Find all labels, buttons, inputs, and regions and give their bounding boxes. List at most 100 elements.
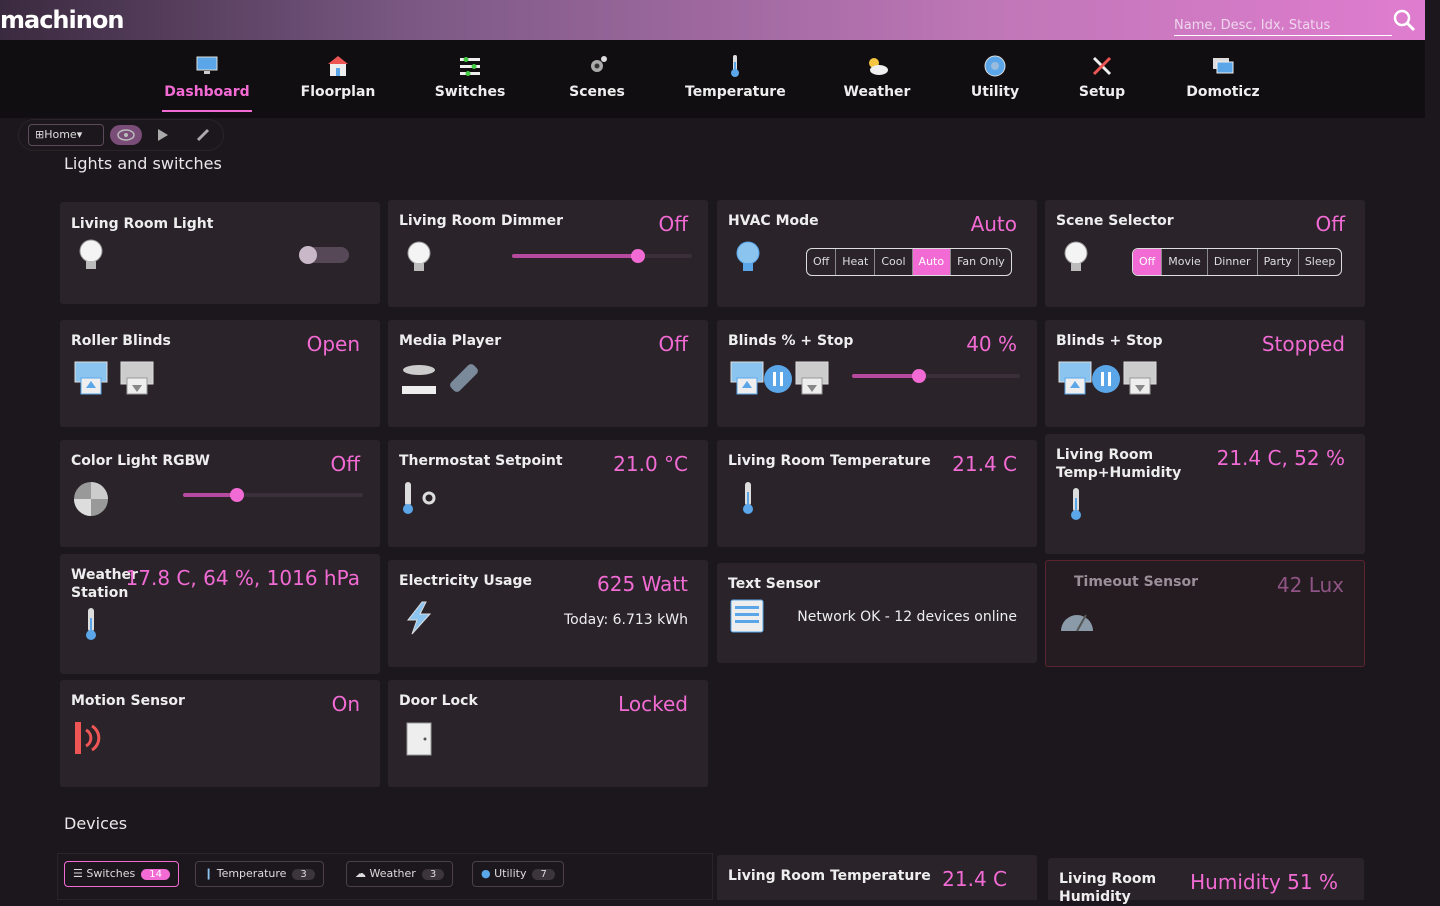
- machinon-logo[interactable]: machinon: [0, 6, 124, 34]
- blinds-level-slider[interactable]: [852, 369, 1020, 383]
- device-name: Living Room Dimmer: [399, 213, 563, 229]
- tools-icon: [1092, 56, 1112, 76]
- scene-selector[interactable]: Off Movie Dinner Party Sleep: [1132, 248, 1343, 276]
- nav-switches[interactable]: Switches: [430, 54, 510, 112]
- tab-switches[interactable]: ☰ Switches 14: [64, 861, 179, 887]
- device-status: 42 Lux: [1276, 573, 1344, 597]
- nav-label: Switches: [434, 84, 506, 100]
- blinds-down-icon[interactable]: [794, 360, 830, 396]
- play-icon[interactable]: [156, 127, 170, 143]
- dimmer-slider[interactable]: [512, 249, 692, 263]
- blinds-up-icon[interactable]: [729, 360, 765, 396]
- hvac-option-auto[interactable]: Auto: [912, 249, 952, 275]
- card-blinds-pct-stop: Blinds % + Stop 40 %: [717, 320, 1037, 427]
- nav-scenes[interactable]: Scenes: [565, 54, 629, 112]
- hvac-option-fan-only[interactable]: Fan Only: [951, 249, 1011, 275]
- door-icon[interactable]: [405, 721, 433, 757]
- tab-label: Weather: [369, 867, 416, 880]
- home-dropdown[interactable]: ⊞Home▾: [28, 124, 104, 146]
- nav-label: Domoticz: [1186, 84, 1260, 100]
- scene-option-dinner[interactable]: Dinner: [1208, 249, 1258, 275]
- device-status: Off: [330, 452, 360, 476]
- nav-label: Setup: [1078, 84, 1126, 100]
- cloud-icon: ☁: [355, 867, 366, 880]
- search-icon[interactable]: [1392, 8, 1416, 32]
- today-usage: Today: 6.713 kWh: [564, 612, 688, 628]
- device-name: Thermostat Setpoint: [399, 453, 563, 469]
- device-name: Blinds + Stop: [1056, 333, 1163, 349]
- dashboard-toolbar: ⊞Home▾: [18, 119, 224, 151]
- thermostat-icon[interactable]: [400, 480, 440, 516]
- device-name: Living Room Temperature: [728, 453, 931, 469]
- slider-knob[interactable]: [912, 369, 927, 383]
- bluray-player-icon[interactable]: [400, 362, 438, 396]
- scene-option-party[interactable]: Party: [1258, 249, 1299, 275]
- device-name: Door Lock: [399, 693, 478, 709]
- hvac-option-heat[interactable]: Heat: [836, 249, 876, 275]
- tab-weather[interactable]: ☁ Weather 3: [346, 861, 454, 887]
- bulb-blue-icon[interactable]: [735, 240, 761, 276]
- tab-count: 3: [421, 869, 445, 880]
- top-bar: machinon: [0, 0, 1425, 40]
- scene-option-off[interactable]: Off: [1133, 249, 1163, 275]
- text-document-icon[interactable]: [729, 598, 765, 634]
- lux-meter-icon[interactable]: [1058, 601, 1096, 637]
- card-thermostat: Thermostat Setpoint 21.0 °C: [388, 440, 708, 547]
- tab-utility[interactable]: ● Utility 7: [472, 861, 564, 887]
- tab-temperature[interactable]: ❙ Temperature 3: [195, 861, 324, 887]
- edit-icon[interactable]: [195, 127, 211, 143]
- device-status: Humidity 51 %: [1190, 870, 1338, 894]
- color-wheel-icon[interactable]: [73, 481, 109, 517]
- slider-knob[interactable]: [230, 488, 244, 502]
- nav-weather[interactable]: Weather: [843, 54, 911, 112]
- blinds-down-icon[interactable]: [119, 360, 155, 396]
- nav-label: Utility: [970, 84, 1020, 100]
- slider-knob[interactable]: [631, 249, 645, 263]
- device-status: Off: [658, 212, 688, 236]
- scene-option-movie[interactable]: Movie: [1162, 249, 1208, 275]
- search-input[interactable]: [1174, 16, 1392, 36]
- thermometer-icon[interactable]: [82, 606, 100, 642]
- text-sensor-value: Network OK - 12 devices online: [797, 609, 1017, 625]
- blinds-up-icon[interactable]: [73, 360, 109, 396]
- blinds-down-icon[interactable]: [1122, 360, 1158, 396]
- main-nav: Dashboard Floorplan Switches Scenes Temp…: [0, 40, 1425, 118]
- nav-label: Floorplan: [300, 84, 376, 100]
- nav-domoticz[interactable]: Domoticz: [1185, 54, 1261, 112]
- bulb-icon[interactable]: [1063, 240, 1089, 276]
- nav-label: Dashboard: [164, 84, 250, 100]
- hvac-mode-selector[interactable]: Off Heat Cool Auto Fan Only: [806, 248, 1012, 276]
- device-status: 21.4 C: [942, 867, 1007, 891]
- nav-setup[interactable]: Setup: [1078, 54, 1126, 112]
- lightning-icon[interactable]: [402, 600, 436, 636]
- device-tabs: ☰ Switches 14 ❙ Temperature 3 ☁ Weather 3 ●…: [57, 853, 713, 900]
- view-toggle[interactable]: [110, 125, 142, 145]
- windows-icon: [1213, 58, 1234, 74]
- thermometer-icon[interactable]: [1067, 486, 1085, 522]
- motion-sensor-icon[interactable]: [72, 720, 108, 756]
- thermometer-icon[interactable]: [739, 480, 757, 516]
- nav-dashboard[interactable]: Dashboard: [162, 54, 252, 112]
- device-status: Auto: [970, 212, 1017, 236]
- device-status: 40 %: [966, 332, 1017, 356]
- light-toggle[interactable]: [299, 246, 349, 264]
- remote-control-icon[interactable]: [446, 360, 482, 396]
- bulb-icon[interactable]: [406, 240, 432, 276]
- tab-count: 3: [292, 869, 315, 880]
- hvac-option-cool[interactable]: Cool: [875, 249, 913, 275]
- pause-icon[interactable]: [1091, 364, 1121, 394]
- hvac-option-off[interactable]: Off: [807, 249, 837, 275]
- house-icon: [328, 56, 348, 76]
- nav-floorplan[interactable]: Floorplan: [298, 54, 378, 112]
- card-roller-blinds: Roller Blinds Open: [60, 320, 380, 427]
- blinds-up-icon[interactable]: [1057, 360, 1093, 396]
- pause-icon[interactable]: [763, 364, 793, 394]
- nav-label: Scenes: [569, 84, 625, 100]
- nav-temperature[interactable]: Temperature: [685, 54, 786, 112]
- utility-icon: ●: [481, 867, 491, 880]
- color-level-slider[interactable]: [183, 488, 363, 502]
- bulb-icon[interactable]: [78, 238, 104, 274]
- scene-option-sleep[interactable]: Sleep: [1299, 249, 1342, 275]
- utility-icon: [984, 55, 1006, 77]
- nav-utility[interactable]: Utility: [970, 54, 1020, 112]
